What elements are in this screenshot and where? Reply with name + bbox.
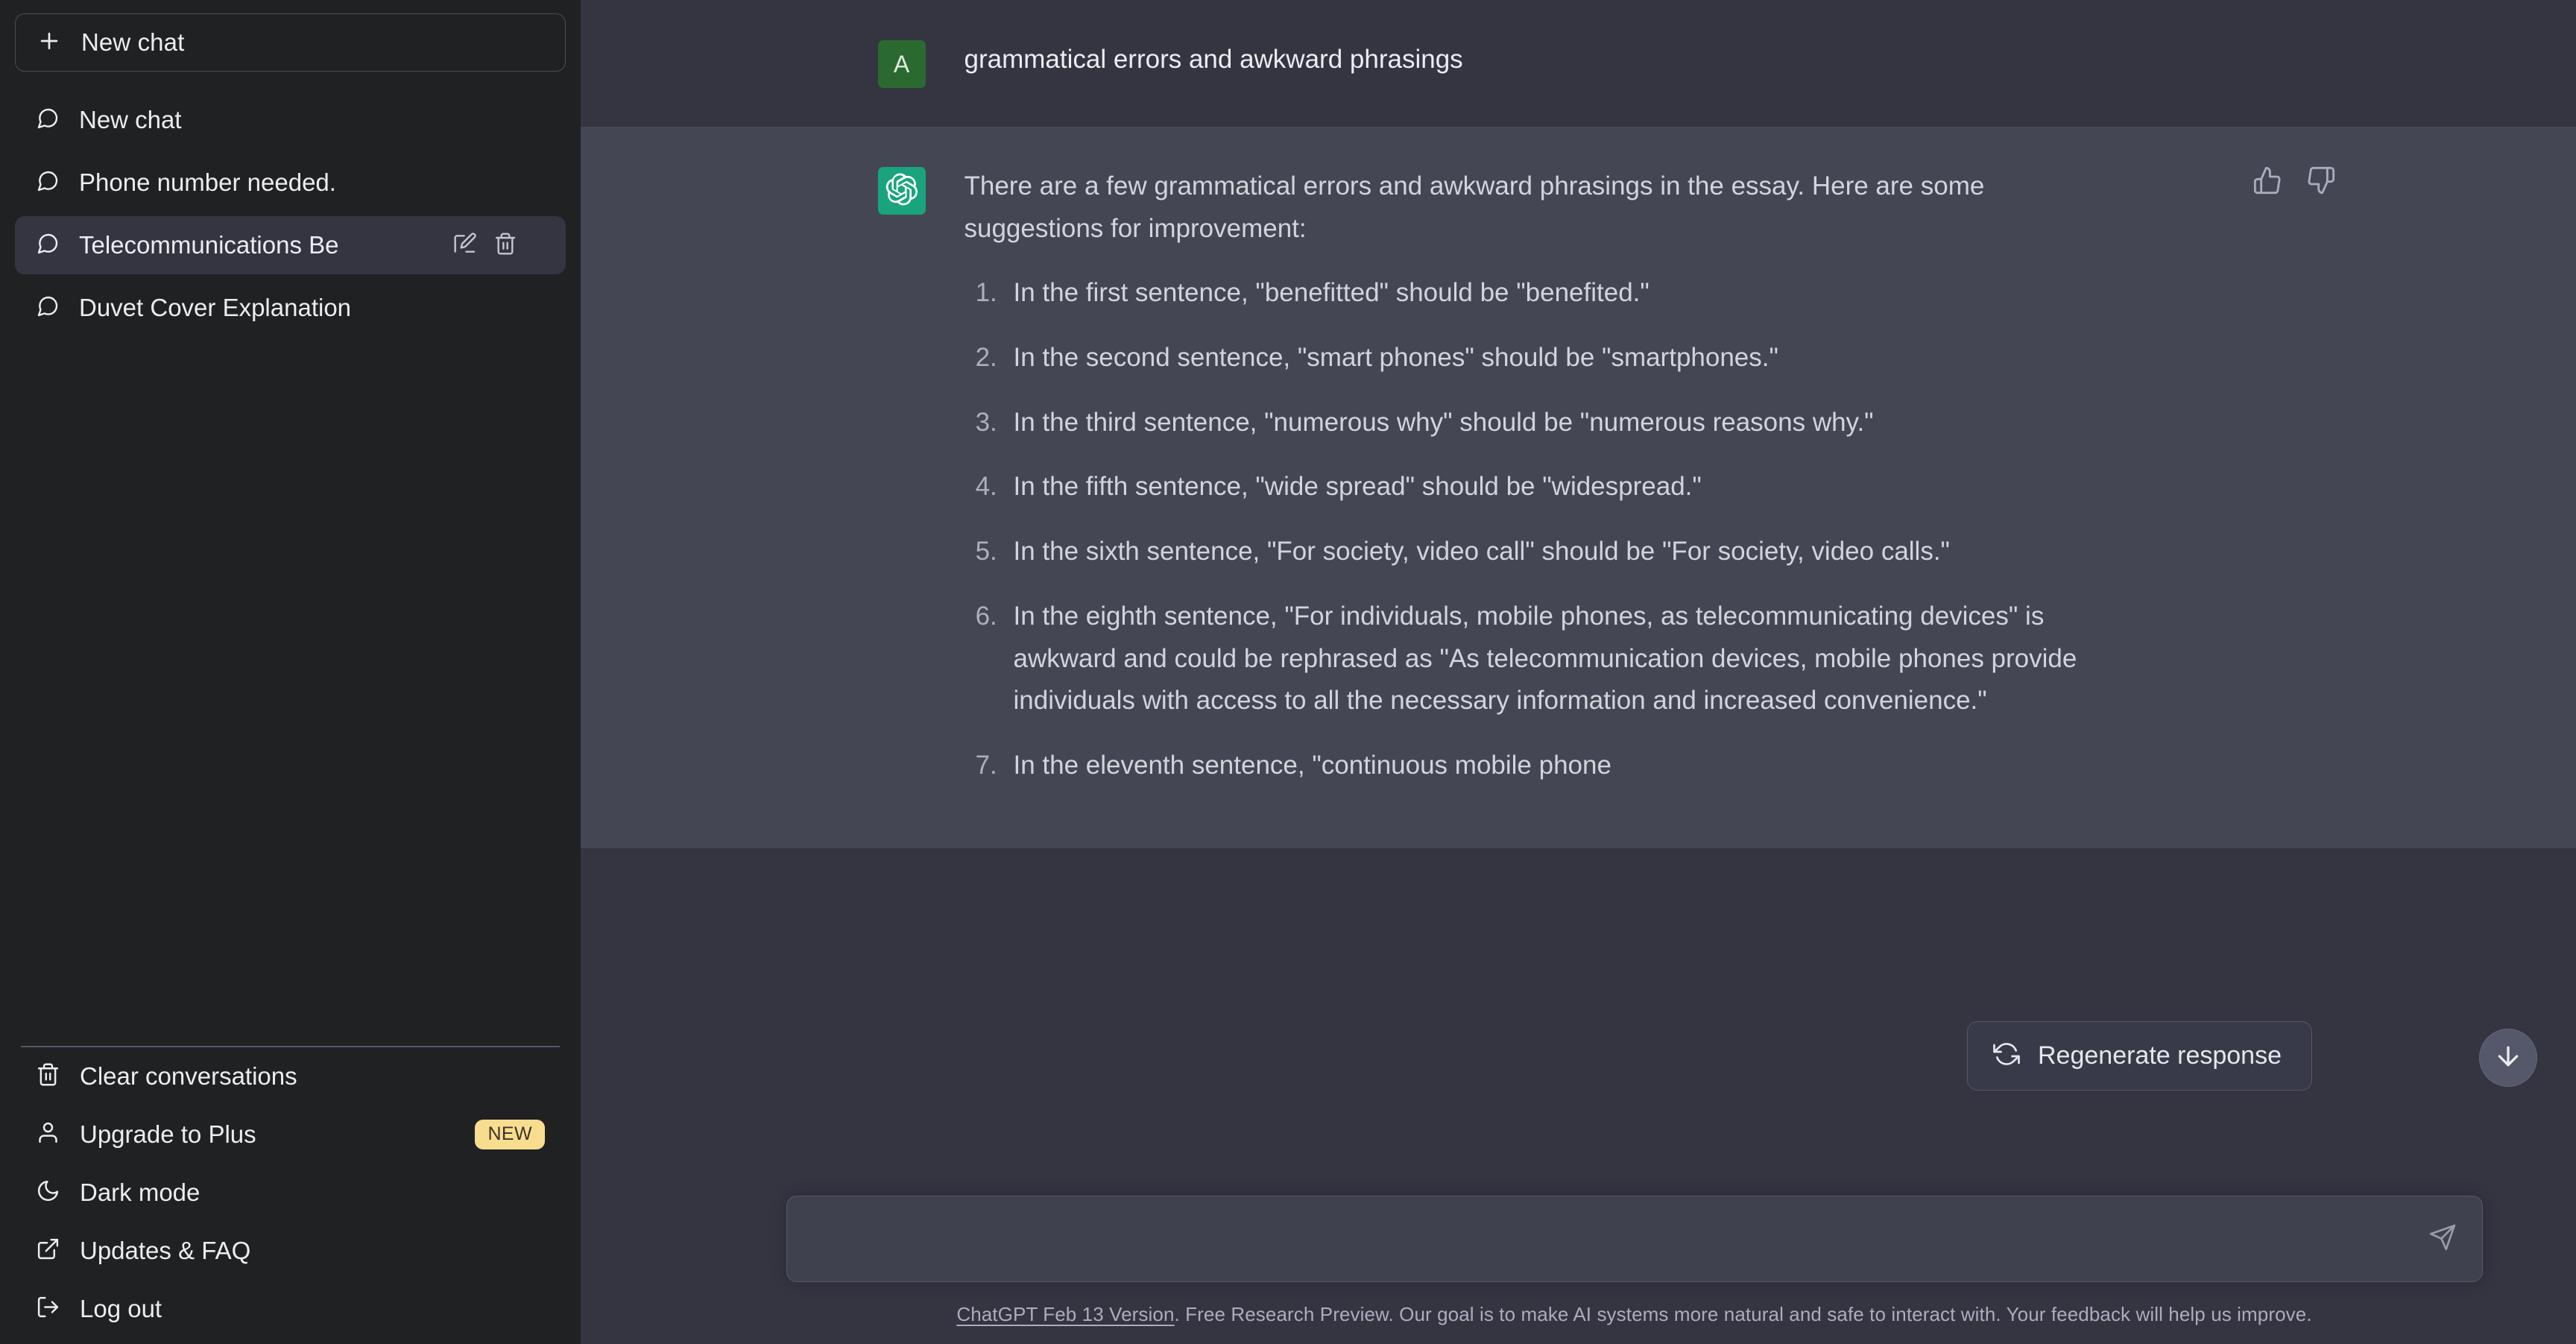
external-link-icon	[36, 1237, 60, 1265]
version-link[interactable]: ChatGPT Feb 13 Version	[956, 1303, 1174, 1325]
chat-bubble-icon	[36, 294, 60, 322]
list-item: In the first sentence, "benefitted" shou…	[1005, 272, 2127, 315]
openai-logo-icon	[886, 173, 918, 209]
user-message-text: grammatical errors and awkward phrasings	[965, 39, 2217, 88]
send-button[interactable]	[2419, 1216, 2466, 1262]
message-row-user: A grammatical errors and awkward phrasin…	[581, 0, 2576, 127]
chat-bubble-icon	[36, 169, 60, 197]
conversation-title: Duvet Cover Explanation	[79, 294, 352, 321]
menu-item-label: Log out	[80, 1295, 162, 1322]
assistant-intro-paragraph: There are a few grammatical errors and a…	[964, 171, 1985, 243]
sidebar-bottom-menu: Clear conversations Upgrade to Plus NEW	[15, 1047, 566, 1344]
conversation-title: New chat	[79, 106, 182, 133]
conversation-list: New chat Phone number needed. Telecommun…	[15, 91, 566, 337]
moon-icon	[36, 1179, 60, 1207]
edit-icon[interactable]	[453, 232, 477, 259]
conversation-title: Phone number needed.	[79, 168, 336, 196]
menu-item-clear-conversations[interactable]: Clear conversations	[15, 1047, 566, 1105]
list-item: In the eleventh sentence, "continuous mo…	[1005, 745, 2127, 787]
regenerate-response-label: Regenerate response	[2038, 1041, 2282, 1070]
chat-bubble-icon	[36, 107, 60, 134]
message-inner: A grammatical errors and awkward phrasin…	[877, 0, 2414, 127]
trash-icon[interactable]	[493, 232, 517, 259]
list-item: In the fifth sentence, "wide spread" sho…	[1005, 466, 2127, 508]
conversation-actions	[453, 232, 517, 259]
chatgpt-app: New chat New chat Phone number needed. T…	[0, 0, 2576, 1344]
list-item: In the eighth sentence, "For individuals…	[1005, 596, 2127, 722]
assistant-message-text: There are a few grammatical errors and a…	[965, 165, 2217, 810]
menu-item-label: Upgrade to Plus	[80, 1120, 256, 1148]
thumbs-up-icon[interactable]	[2250, 163, 2285, 198]
message-inner: There are a few grammatical errors and a…	[877, 127, 2414, 848]
composer-zone: ChatGPT Feb 13 Version. Free Research Pr…	[581, 1077, 2576, 1344]
plus-icon	[37, 28, 62, 57]
menu-item-label: Updates & FAQ	[80, 1237, 251, 1264]
sidebar: New chat New chat Phone number needed. T…	[0, 0, 581, 1344]
send-icon	[2428, 1223, 2457, 1255]
user-message-paragraph: grammatical errors and awkward phrasings	[964, 45, 1463, 74]
conversation-item-new-chat[interactable]: New chat	[15, 91, 566, 149]
menu-item-label: Dark mode	[80, 1179, 201, 1206]
message-input[interactable]	[786, 1196, 2482, 1281]
conversation-item-phone-number-needed[interactable]: Phone number needed.	[15, 154, 566, 212]
chat-bubble-icon	[36, 232, 60, 259]
menu-item-upgrade-to-plus[interactable]: Upgrade to Plus NEW	[15, 1105, 566, 1164]
refresh-icon	[1993, 1041, 2020, 1071]
new-chat-button[interactable]: New chat	[15, 13, 566, 72]
menu-item-log-out[interactable]: Log out	[15, 1280, 566, 1338]
message-row-assistant: There are a few grammatical errors and a…	[581, 127, 2576, 848]
user-icon	[36, 1120, 60, 1149]
scroll-to-bottom-button[interactable]	[2479, 1029, 2537, 1087]
menu-item-label: Clear conversations	[80, 1062, 297, 1090]
list-item: In the second sentence, "smart phones" s…	[1005, 337, 2127, 379]
logout-icon	[36, 1295, 60, 1323]
conversation-item-telecommunications[interactable]: Telecommunications Be	[15, 216, 566, 274]
main-content: A grammatical errors and awkward phrasin…	[581, 0, 2576, 1344]
menu-item-updates-faq[interactable]: Updates & FAQ	[15, 1222, 566, 1280]
arrow-down-icon	[2493, 1041, 2523, 1075]
suggestions-list: In the first sentence, "benefitted" shou…	[965, 272, 2127, 786]
thumbs-down-icon[interactable]	[2303, 163, 2339, 198]
conversation-item-duvet-cover-explanation[interactable]: Duvet Cover Explanation	[15, 279, 566, 337]
status-badge-new: NEW	[475, 1120, 545, 1149]
feedback-buttons	[2250, 163, 2339, 198]
trash-icon	[36, 1062, 60, 1091]
regenerate-response-button[interactable]: Regenerate response	[1967, 1021, 2313, 1091]
avatar-assistant	[877, 167, 926, 215]
new-chat-label: New chat	[81, 28, 185, 56]
menu-item-dark-mode[interactable]: Dark mode	[15, 1164, 566, 1222]
footer-rest-text: . Free Research Preview. Our goal is to …	[1174, 1303, 2312, 1325]
avatar-user: A	[877, 40, 926, 88]
list-item: In the third sentence, "numerous why" sh…	[1005, 402, 2127, 444]
conversation-title: Telecommunications Be	[79, 231, 339, 259]
footer-disclaimer: ChatGPT Feb 13 Version. Free Research Pr…	[637, 1282, 2576, 1344]
composer	[786, 1196, 2483, 1282]
list-item: In the sixth sentence, "For society, vid…	[1005, 531, 2127, 573]
